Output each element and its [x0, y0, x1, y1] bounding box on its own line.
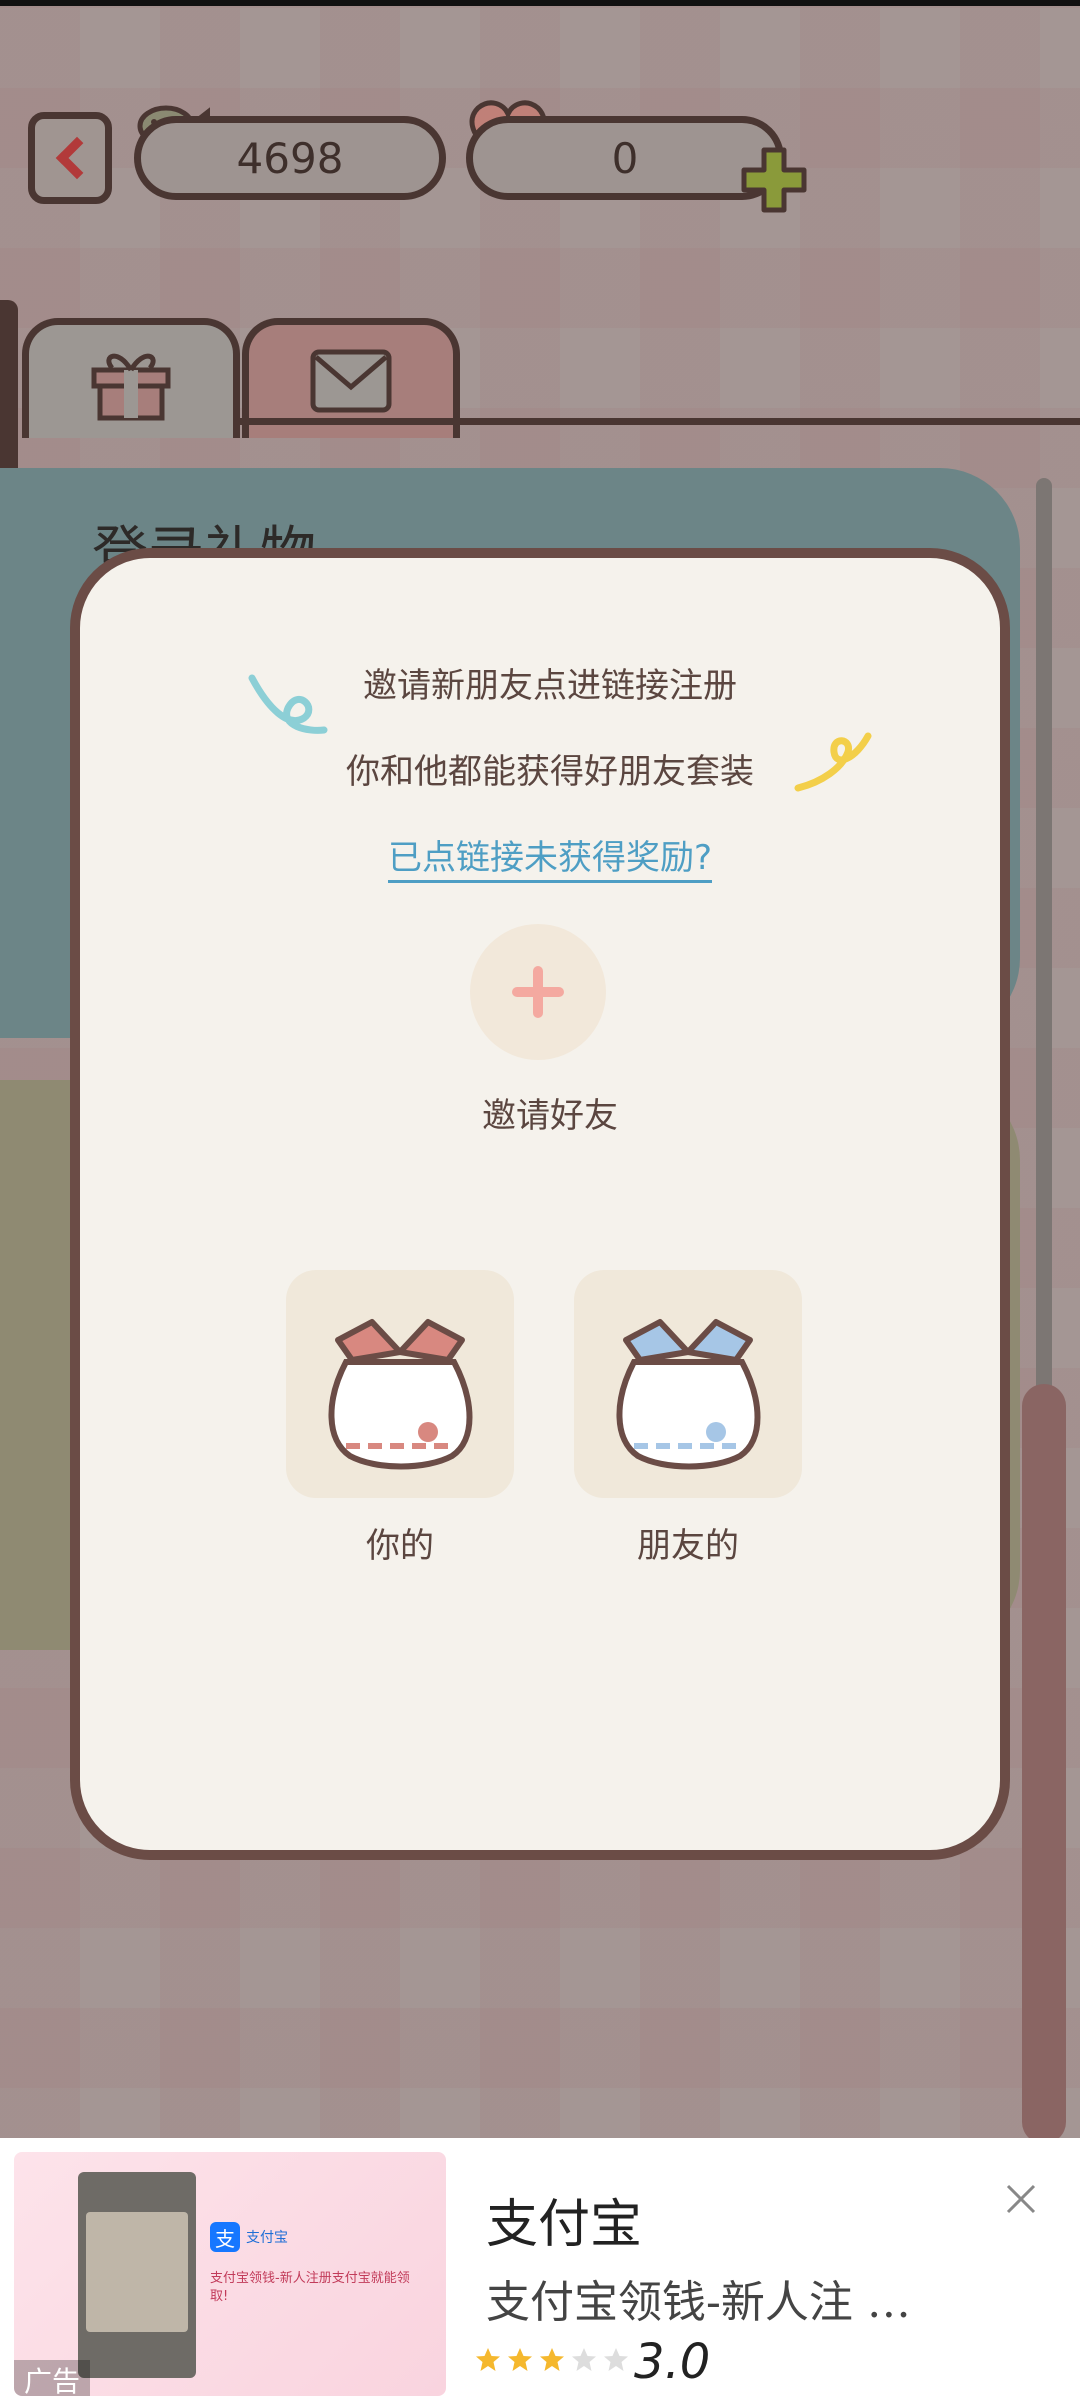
- invite-friend-button[interactable]: [470, 924, 606, 1060]
- invite-instruction-2: 你和他都能获得好朋友套装: [346, 752, 754, 792]
- scrollbar-thumb[interactable]: [1022, 1384, 1066, 2144]
- my-outfit-label: 你的: [366, 1526, 434, 1566]
- help-link-text[interactable]: 已点链接未获得奖励?: [387, 838, 713, 883]
- star-filled-icon: [540, 2348, 564, 2371]
- mail-icon: [310, 349, 392, 412]
- tab-divider: [234, 418, 1080, 425]
- invite-dialog: 邀请新朋友点进链接注册 你和他都能获得好朋友套装 已点链接未获得奖励? 邀请好友…: [70, 548, 1010, 1860]
- heart-count: 0: [611, 133, 639, 183]
- ad-title[interactable]: 支付宝: [486, 2182, 642, 2257]
- ad-image-brand-text: 支付宝: [246, 2230, 288, 2246]
- close-icon[interactable]: [1004, 2182, 1038, 2216]
- chevron-left-icon: [55, 136, 99, 180]
- invite-instruction-1: 邀请新朋友点进链接注册: [363, 666, 737, 706]
- heart-counter: 0: [466, 116, 784, 200]
- blue-dress-icon: [616, 1319, 761, 1470]
- star-empty-icon: [604, 2348, 628, 2371]
- ad-rating: 3.0: [634, 2334, 711, 2390]
- add-hearts-button[interactable]: [738, 144, 810, 216]
- gift-icon: [91, 353, 171, 420]
- fish-count: 4698: [236, 133, 344, 183]
- star-filled-icon: [476, 2348, 500, 2371]
- friend-outfit-label: 朋友的: [637, 1526, 739, 1566]
- star-filled-icon: [508, 2348, 532, 2371]
- ad-image-text: 支付宝领钱-新人注册支付宝就能领取!: [210, 2271, 410, 2304]
- ad-phone-image: [78, 2172, 196, 2378]
- ad-tag: 广告: [14, 2360, 91, 2396]
- help-link[interactable]: 已点链接未获得奖励?: [80, 830, 1020, 883]
- friend-outfit-item[interactable]: [574, 1270, 802, 1498]
- ad-photo: [86, 2212, 188, 2332]
- plus-icon: [512, 966, 564, 1018]
- status-bar-edge: [0, 0, 1080, 6]
- my-outfit-item[interactable]: [286, 1270, 514, 1498]
- alipay-logo-icon: 支: [210, 2222, 240, 2252]
- rating-stars: [474, 2346, 630, 2374]
- fish-counter: 4698: [134, 116, 446, 200]
- pink-dress-icon: [328, 1319, 473, 1470]
- ad-banner[interactable]: 支支付宝 支付宝领钱-新人注册支付宝就能领取! 广告 支付宝 支付宝领钱-新人注…: [0, 2138, 1080, 2408]
- tab-gift[interactable]: [22, 318, 240, 438]
- back-button[interactable]: [28, 112, 112, 204]
- invite-friend-label: 邀请好友: [482, 1096, 618, 1136]
- ad-description[interactable]: 支付宝领钱-新人注 …: [486, 2266, 986, 2330]
- star-empty-icon: [572, 2348, 596, 2371]
- ad-image[interactable]: 支支付宝 支付宝领钱-新人注册支付宝就能领取! 广告: [14, 2152, 446, 2396]
- ad-image-brand: 支支付宝: [210, 2222, 288, 2252]
